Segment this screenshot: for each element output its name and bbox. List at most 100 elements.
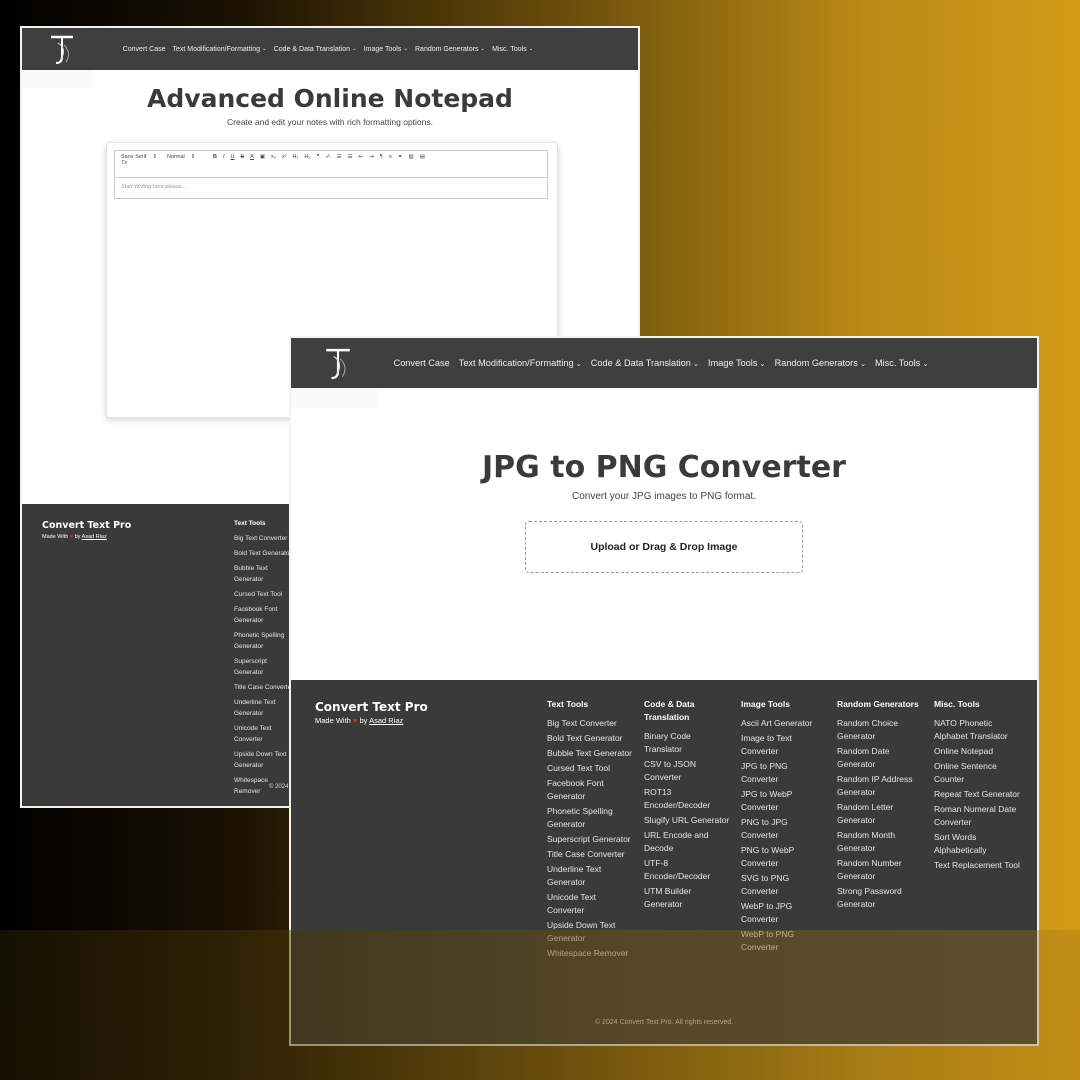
footer-link[interactable]: Binary Code Translator <box>644 730 730 756</box>
footer-column-title: Code & Data Translation <box>644 699 695 722</box>
nav-label: Misc. Tools <box>492 45 527 53</box>
footer-link[interactable]: Random Month Generator <box>837 829 923 855</box>
footer-link[interactable]: Facebook Font Generator <box>234 604 296 626</box>
footer-link[interactable]: Random Letter Generator <box>837 801 923 827</box>
footer-link[interactable]: Upside Down Text Generator <box>234 749 296 771</box>
footer-link[interactable]: UTF-8 Encoder/Decoder <box>644 857 730 883</box>
footer-link[interactable]: Whitespace Remover <box>547 947 633 960</box>
footer-link[interactable]: Sort Words Alphabetically <box>934 831 1020 857</box>
footer-link[interactable]: Phonetic Spelling Generator <box>547 805 633 831</box>
footer-link[interactable]: Underline Text Generator <box>234 697 296 719</box>
nav-item-text-modification[interactable]: Text Modification/Formatting ⌄ <box>173 46 267 53</box>
footer-link[interactable]: Roman Numeral Date Converter <box>934 803 1020 829</box>
footer-link[interactable]: Random IP Address Generator <box>837 773 923 799</box>
footer-link[interactable]: Cursed Text Tool <box>234 589 296 600</box>
footer-link[interactable]: Bold Text Generator <box>234 548 296 559</box>
superscript-icon[interactable]: x² <box>282 154 287 160</box>
heading2-icon[interactable]: H₂ <box>304 154 310 160</box>
footer-link[interactable]: Random Choice Generator <box>837 717 923 743</box>
footer-link[interactable]: Online Notepad <box>934 745 1020 758</box>
footer-link[interactable]: Phonetic Spelling Generator <box>234 630 296 652</box>
underline-icon[interactable]: U <box>231 154 235 160</box>
footer-link[interactable]: Ascii Art Generator <box>741 717 827 730</box>
footer-link[interactable]: Facebook Font Generator <box>547 777 633 803</box>
footer-link[interactable]: Upside Down Text Generator <box>547 919 633 945</box>
footer-link[interactable]: Bubble Text Generator <box>547 747 633 760</box>
heart-icon: ♥ <box>69 534 74 540</box>
footer-link[interactable]: Random Number Generator <box>837 857 923 883</box>
footer-link[interactable]: Title Case Converter <box>547 848 633 861</box>
bullet-list-icon[interactable]: ☰ <box>348 154 353 160</box>
footer-link[interactable]: CSV to JSON Converter <box>644 758 730 784</box>
footer-link[interactable]: Title Case Converter <box>234 682 296 693</box>
footer-link[interactable]: Text Replacement Tool <box>934 859 1020 872</box>
subscript-icon[interactable]: x₂ <box>271 154 276 160</box>
footer-link[interactable]: NATO Phonetic Alphabet Translator <box>934 717 1020 743</box>
nav-item-text-modification[interactable]: Text Modification/Formatting ⌄ <box>459 358 582 368</box>
footer-link[interactable]: Big Text Converter <box>234 533 296 544</box>
nav-item-image-tools[interactable]: Image Tools ⌄ <box>364 46 408 53</box>
site-logo-icon[interactable] <box>46 32 78 66</box>
nav-item-code-data-translation[interactable]: Code & Data Translation ⌄ <box>274 46 357 53</box>
video-icon[interactable]: ▤ <box>420 154 425 160</box>
site-logo-icon[interactable] <box>321 343 355 383</box>
italic-icon[interactable]: I <box>223 154 225 160</box>
text-direction-icon[interactable]: ¶ <box>380 154 383 160</box>
footer-link[interactable]: JPG to WebP Converter <box>741 788 827 814</box>
nav-item-image-tools[interactable]: Image Tools ⌄ <box>708 358 766 368</box>
top-navbar: Convert Case Text Modification/Formattin… <box>22 28 638 70</box>
footer-link[interactable]: Online Sentence Counter <box>934 760 1020 786</box>
nav-item-misc-tools[interactable]: Misc. Tools ⌄ <box>492 46 533 53</box>
footer-link[interactable]: UTM Builder Generator <box>644 885 730 911</box>
nav-item-random-generators[interactable]: Random Generators ⌄ <box>415 46 485 53</box>
page-title: Advanced Online Notepad <box>147 84 513 113</box>
footer-link[interactable]: PNG to WebP Converter <box>741 844 827 870</box>
align-icon[interactable]: ≡ <box>389 154 392 160</box>
strikethrough-icon[interactable]: S <box>241 154 245 160</box>
heading1-icon[interactable]: H₁ <box>293 154 299 160</box>
footer-link[interactable]: Unicode Text Converter <box>234 723 296 745</box>
link-icon[interactable]: ⚭ <box>398 154 403 160</box>
background-color-icon[interactable]: ▣ <box>260 154 265 160</box>
font-size-select[interactable]: Normal ⇕ <box>167 154 207 160</box>
footer-link[interactable]: JPG to PNG Converter <box>741 760 827 786</box>
nav-item-misc-tools[interactable]: Misc. Tools ⌄ <box>875 358 928 368</box>
footer-link[interactable]: SVG to PNG Converter <box>741 872 827 898</box>
editor-text-area[interactable]: Start Writing here please... <box>114 178 548 199</box>
footer-link[interactable]: Image to Text Converter <box>741 732 827 758</box>
image-icon[interactable]: ▨ <box>409 154 414 160</box>
author-link[interactable]: Asad Riaz <box>82 534 107 540</box>
text-color-icon[interactable]: A <box>250 154 254 160</box>
outdent-icon[interactable]: ⇤ <box>359 154 364 160</box>
jpg-to-png-window: Convert Case Text Modification/Formattin… <box>289 336 1039 1046</box>
clear-format-icon[interactable]: Tx <box>121 160 127 166</box>
code-icon[interactable]: ‹/› <box>325 154 330 160</box>
footer-link[interactable]: Superscript Generator <box>547 833 633 846</box>
bold-icon[interactable]: B <box>213 154 217 160</box>
footer-link[interactable]: WebP to JPG Converter <box>741 900 827 926</box>
footer-link[interactable]: Unicode Text Converter <box>547 891 633 917</box>
nav-item-code-data-translation[interactable]: Code & Data Translation ⌄ <box>591 358 699 368</box>
footer-link[interactable]: Cursed Text Tool <box>547 762 633 775</box>
footer-link[interactable]: Underline Text Generator <box>547 863 633 889</box>
footer-link[interactable]: Bold Text Generator <box>547 732 633 745</box>
footer-link[interactable]: Slugify URL Generator <box>644 814 730 827</box>
author-link[interactable]: Asad Riaz <box>369 716 403 725</box>
footer-link[interactable]: PNG to JPG Converter <box>741 816 827 842</box>
footer-link[interactable]: ROT13 Encoder/Decoder <box>644 786 730 812</box>
footer-link[interactable]: URL Encode and Decode <box>644 829 730 855</box>
footer-link[interactable]: WebP to PNG Converter <box>741 928 827 954</box>
nav-item-convert-case[interactable]: Convert Case <box>394 358 450 368</box>
footer-link[interactable]: Big Text Converter <box>547 717 633 730</box>
footer-link[interactable]: Superscript Generator <box>234 656 296 678</box>
footer-link[interactable]: Random Date Generator <box>837 745 923 771</box>
footer-link[interactable]: Bubble Text Generator <box>234 563 296 585</box>
upload-dropzone[interactable]: Upload or Drag & Drop Image <box>525 521 803 573</box>
nav-item-random-generators[interactable]: Random Generators ⌄ <box>775 358 866 368</box>
nav-item-convert-case[interactable]: Convert Case <box>123 46 166 53</box>
footer-link[interactable]: Repeat Text Generator <box>934 788 1020 801</box>
indent-icon[interactable]: ⇥ <box>369 154 374 160</box>
ordered-list-icon[interactable]: ☰ <box>337 154 342 160</box>
blockquote-icon[interactable]: ❞ <box>316 154 319 160</box>
footer-link[interactable]: Strong Password Generator <box>837 885 923 911</box>
